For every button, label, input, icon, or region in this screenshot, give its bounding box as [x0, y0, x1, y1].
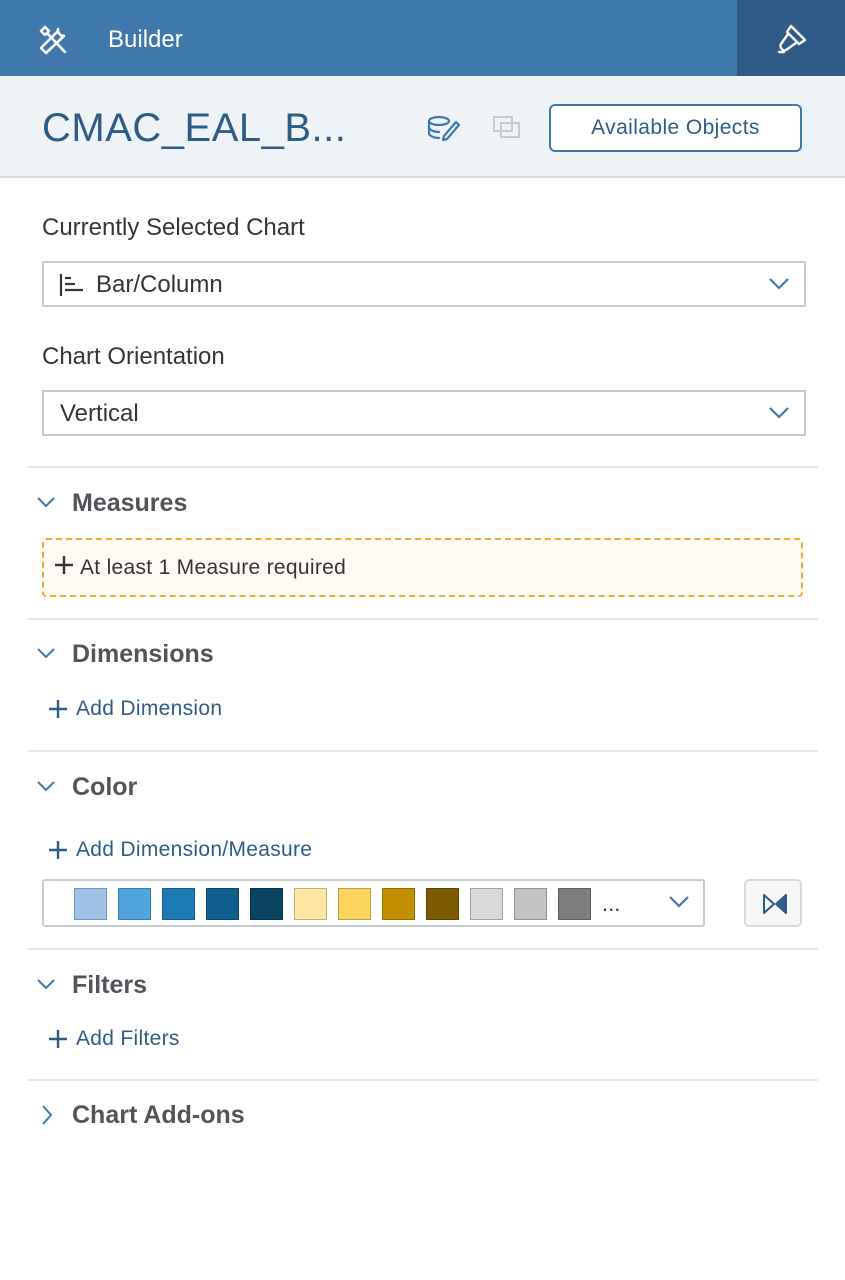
color-swatch	[558, 888, 591, 920]
chart-type-select[interactable]: Bar/Column	[42, 261, 806, 307]
chart-type-value: Bar/Column	[96, 271, 223, 298]
designer-button[interactable]	[737, 0, 845, 76]
palette-swap-button[interactable]	[744, 879, 802, 927]
builder-toolbar: Builder	[0, 0, 845, 76]
color-swatch	[206, 888, 239, 920]
color-swatch	[514, 888, 547, 920]
chevron-down-icon	[768, 406, 790, 425]
chevron-down-icon	[36, 779, 56, 798]
edit-icon[interactable]	[427, 114, 461, 147]
tools-icon[interactable]	[36, 23, 70, 57]
color-swatch	[162, 888, 195, 920]
add-measure-dropzone[interactable]: At least 1 Measure required	[42, 538, 803, 597]
divider	[28, 1079, 818, 1081]
chart-type-label: Currently Selected Chart	[42, 214, 305, 241]
filters-title: Filters	[72, 971, 148, 999]
divider	[28, 750, 818, 752]
chevron-down-icon	[668, 895, 690, 914]
plus-icon	[48, 699, 68, 724]
color-swatch	[338, 888, 371, 920]
divider	[28, 466, 818, 468]
color-swatch	[382, 888, 415, 920]
color-swatch	[294, 888, 327, 920]
color-swatch	[74, 888, 107, 920]
chart-orientation-label: Chart Orientation	[42, 343, 225, 370]
measures-title: Measures	[72, 489, 188, 517]
palette-more: ...	[602, 891, 621, 916]
plus-icon	[48, 1029, 68, 1054]
add-color-label: Add Dimension/Measure	[76, 838, 313, 861]
measure-required-text: At least 1 Measure required	[80, 556, 347, 579]
divider	[28, 948, 818, 950]
chevron-down-icon	[768, 277, 790, 296]
available-objects-button[interactable]: Available Objects	[549, 104, 802, 152]
chevron-right-icon	[40, 1104, 54, 1131]
dimensions-title: Dimensions	[72, 640, 214, 668]
widget-name: CMAC_EAL_B...	[42, 106, 347, 150]
chart-addons-title: Chart Add-ons	[72, 1101, 245, 1129]
chevron-down-icon	[36, 646, 56, 665]
plus-icon	[48, 840, 68, 865]
chart-orientation-select[interactable]: Vertical	[42, 390, 806, 436]
plus-icon	[54, 555, 74, 580]
bar-chart-icon	[58, 273, 86, 302]
color-swatch	[470, 888, 503, 920]
color-palette-select[interactable]: ...	[42, 879, 705, 927]
chart-orientation-value: Vertical	[60, 400, 139, 427]
color-swatch	[426, 888, 459, 920]
divider	[28, 618, 818, 620]
chevron-down-icon	[36, 977, 56, 996]
chevron-down-icon	[36, 495, 56, 514]
duplicate-icon[interactable]	[491, 114, 523, 147]
color-swatch	[250, 888, 283, 920]
panel-title: Builder	[108, 26, 183, 53]
widget-header: CMAC_EAL_B... Available Objects	[0, 76, 845, 178]
add-dimension-label: Add Dimension	[76, 697, 223, 720]
add-filters-label: Add Filters	[76, 1027, 180, 1050]
color-swatch	[118, 888, 151, 920]
color-title: Color	[72, 773, 138, 801]
